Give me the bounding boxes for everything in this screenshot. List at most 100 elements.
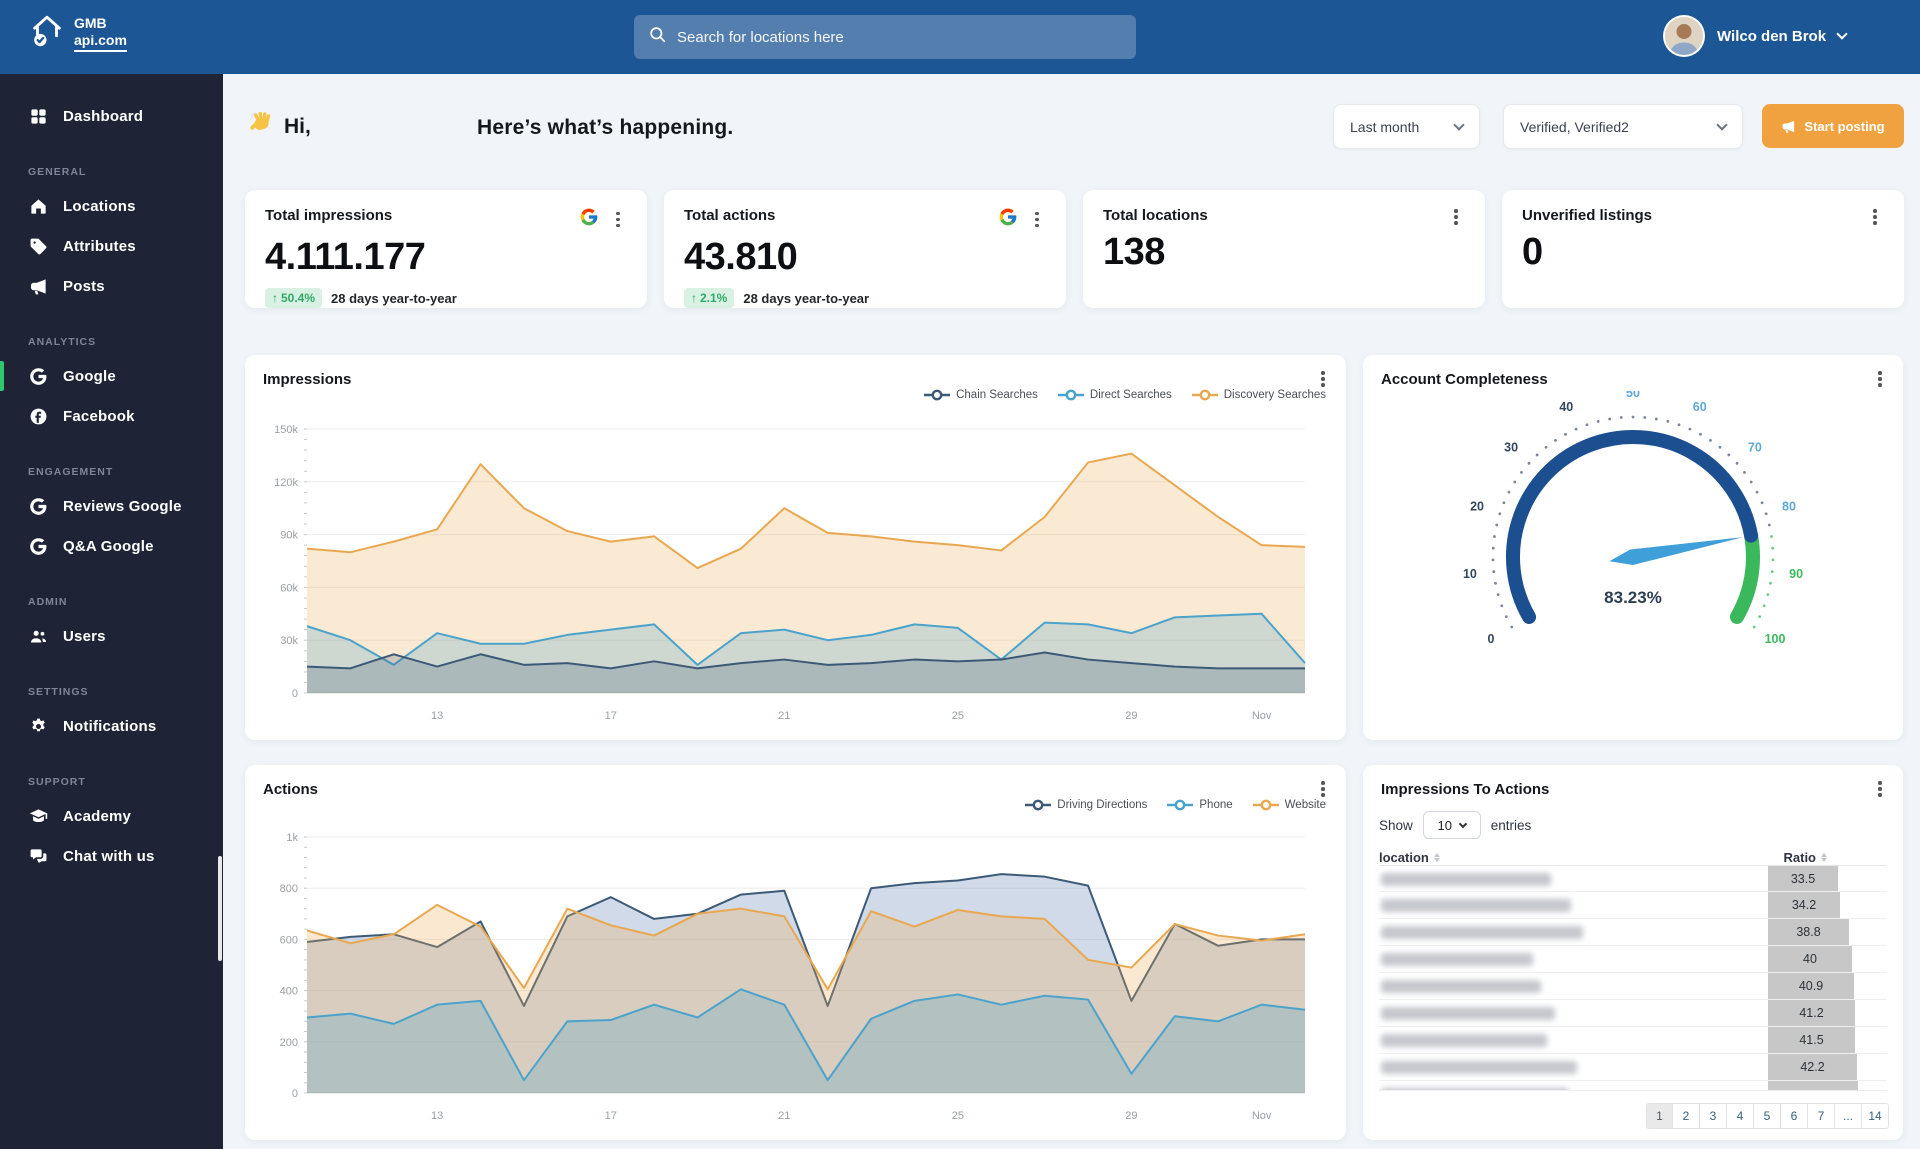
table-row: 40 <box>1379 946 1887 973</box>
table-header: location Ratio <box>1379 850 1887 865</box>
sidebar-item-chat-with-us[interactable]: Chat with us <box>0 836 223 876</box>
sidebar-item-dashboard[interactable]: Dashboard <box>0 96 223 136</box>
app-logo[interactable]: GMB api.com <box>28 12 127 55</box>
svg-text:21: 21 <box>778 1110 790 1122</box>
table-row: 40.9 <box>1379 973 1887 1000</box>
stat-card-total-actions: Total actions 43.810 ↑2.1% 28 days year-… <box>664 190 1066 308</box>
page-button-3[interactable]: 3 <box>1700 1103 1727 1129</box>
svg-text:30k: 30k <box>280 635 298 647</box>
table-row: 33.5 <box>1379 865 1887 892</box>
sidebar-item-reviews-google[interactable]: Reviews Google <box>0 486 223 526</box>
redacted-location <box>1381 926 1583 939</box>
svg-text:30: 30 <box>1504 440 1518 454</box>
sort-icon <box>1434 853 1440 862</box>
search-input[interactable] <box>677 29 1122 46</box>
legend-item-website[interactable]: Website <box>1253 799 1326 811</box>
legend-marker <box>1192 389 1218 401</box>
table-row-partial <box>1379 1081 1887 1091</box>
legend-item-chain-searches[interactable]: Chain Searches <box>924 389 1038 401</box>
redacted-location <box>1381 980 1541 993</box>
sidebar-item-users[interactable]: Users <box>0 616 223 656</box>
stat-card-total-impressions: Total impressions 4.111.177 ↑50.4% 28 da… <box>245 190 647 308</box>
page-button-7[interactable]: 7 <box>1808 1103 1835 1129</box>
column-header-ratio[interactable]: Ratio <box>1784 850 1828 865</box>
chevron-down-icon <box>1459 820 1467 828</box>
page-button-14[interactable]: 14 <box>1862 1103 1889 1129</box>
more-options-icon[interactable] <box>609 210 627 230</box>
redacted-location <box>1381 1034 1547 1047</box>
sidebar-item-notifications[interactable]: Notifications <box>0 706 223 746</box>
entries-control: Show 10 entries <box>1379 811 1531 839</box>
svg-text:70: 70 <box>1748 440 1762 454</box>
legend-marker <box>1167 799 1193 811</box>
svg-text:0: 0 <box>1487 632 1494 646</box>
stat-title: Total locations <box>1103 207 1208 224</box>
chevron-down-icon <box>1836 28 1847 39</box>
column-header-location[interactable]: location <box>1379 850 1440 865</box>
tag-icon <box>28 236 48 256</box>
google-icon <box>998 207 1018 232</box>
more-options-icon[interactable] <box>1871 779 1889 799</box>
sidebar-item-q-a-google[interactable]: Q&A Google <box>0 526 223 566</box>
period-select-value: Last month <box>1350 119 1419 135</box>
more-options-icon[interactable] <box>1447 207 1465 227</box>
sidebar-section-settings: SETTINGS <box>28 686 223 698</box>
redacted-location <box>1381 899 1571 912</box>
redacted-location <box>1381 953 1533 966</box>
sidebar-section-support: SUPPORT <box>28 776 223 788</box>
location-filter-select[interactable]: Verified, Verified2 <box>1503 104 1743 149</box>
impressions-panel: Impressions Chain Searches Direct Search… <box>245 355 1346 740</box>
start-posting-button[interactable]: Start posting <box>1762 104 1904 148</box>
impressions-panel-title: Impressions <box>263 371 351 388</box>
period-select[interactable]: Last month <box>1333 104 1480 149</box>
table-row: 41.5 <box>1379 1027 1887 1054</box>
sort-icon <box>1821 853 1827 862</box>
user-menu[interactable]: Wilco den Brok <box>1663 15 1846 57</box>
sidebar-item-locations[interactable]: Locations <box>0 186 223 226</box>
sidebar-item-google[interactable]: Google <box>0 356 223 396</box>
svg-text:17: 17 <box>605 1110 617 1122</box>
more-options-icon[interactable] <box>1314 779 1332 799</box>
legend-item-direct-searches[interactable]: Direct Searches <box>1058 389 1172 401</box>
more-options-icon[interactable] <box>1871 369 1889 389</box>
sidebar-item-attributes[interactable]: Attributes <box>0 226 223 266</box>
logo-text: GMB api.com <box>74 15 127 51</box>
svg-text:13: 13 <box>431 710 443 722</box>
page-button-1[interactable]: 1 <box>1646 1103 1673 1129</box>
page-button-4[interactable]: 4 <box>1727 1103 1754 1129</box>
google-icon <box>579 207 599 232</box>
page-button-5[interactable]: 5 <box>1754 1103 1781 1129</box>
sidebar-scrollbar-thumb[interactable] <box>218 856 222 961</box>
megaphone-icon <box>1781 119 1796 134</box>
google-icon <box>28 536 48 556</box>
completeness-gauge: 010203040506070809010083.23% <box>1363 391 1903 721</box>
legend-item-discovery-searches[interactable]: Discovery Searches <box>1192 389 1326 401</box>
legend-item-phone[interactable]: Phone <box>1167 799 1232 811</box>
grid-icon <box>28 106 48 126</box>
page-button-[interactable]: ... <box>1835 1103 1862 1129</box>
show-label: Show <box>1379 818 1413 833</box>
avatar <box>1663 15 1705 57</box>
sidebar-item-posts[interactable]: Posts <box>0 266 223 306</box>
ratio-value <box>1768 1081 1858 1090</box>
table-row: 41.2 <box>1379 1000 1887 1027</box>
sidebar-item-academy[interactable]: Academy <box>0 796 223 836</box>
more-options-icon[interactable] <box>1866 207 1884 227</box>
more-options-icon[interactable] <box>1314 369 1332 389</box>
table-row: 42.2 <box>1379 1054 1887 1081</box>
more-options-icon[interactable] <box>1028 210 1046 230</box>
svg-text:90k: 90k <box>280 530 298 542</box>
page-button-6[interactable]: 6 <box>1781 1103 1808 1129</box>
stat-title: Total impressions <box>265 207 392 224</box>
svg-text:Nov: Nov <box>1252 1110 1272 1122</box>
svg-text:90: 90 <box>1789 567 1803 581</box>
stat-value: 138 <box>1103 231 1465 274</box>
page-size-select[interactable]: 10 <box>1423 811 1481 839</box>
redacted-location <box>1381 873 1551 886</box>
stat-card-unverified-listings: Unverified listings 0 <box>1502 190 1904 308</box>
svg-text:20: 20 <box>1470 499 1484 513</box>
legend-item-driving-directions[interactable]: Driving Directions <box>1025 799 1147 811</box>
actions-panel-title: Actions <box>263 781 318 798</box>
page-button-2[interactable]: 2 <box>1673 1103 1700 1129</box>
sidebar-item-facebook[interactable]: Facebook <box>0 396 223 436</box>
